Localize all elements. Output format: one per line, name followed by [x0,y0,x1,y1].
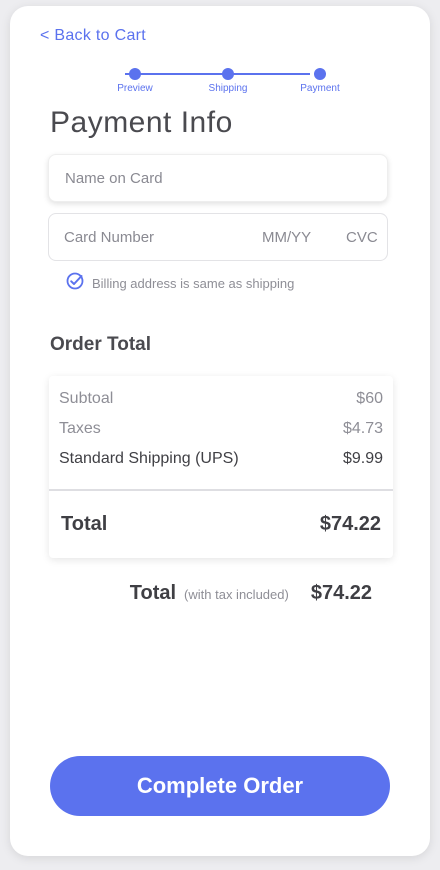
summary-row-shipping: Standard Shipping (UPS) $9.99 [59,450,383,468]
name-on-card-placeholder: Name on Card [65,170,163,187]
grand-total-label: Total [129,582,177,604]
summary-row-subtotal: Subtoal $60 [59,390,383,408]
summary-value: $9.99 [342,450,383,467]
step-preview[interactable]: Preview [105,66,165,94]
summary-value: $4.73 [342,420,383,437]
grand-total: Total (with tax included) $74.22 [130,582,372,605]
order-summary-box: Subtoal $60 Taxes $4.73 Standard Shippin… [49,376,393,558]
cvc-input[interactable]: CVC [346,229,378,246]
back-to-cart-link[interactable]: < Back to Cart [40,27,146,45]
step-payment[interactable]: Payment [290,66,350,94]
summary-divider [49,489,393,491]
order-total-heading: Order Total [50,334,151,355]
complete-order-button[interactable]: Complete Order [50,756,390,816]
page-title: Payment Info [50,106,233,139]
summary-label: Taxes [59,420,101,437]
summary-label: Standard Shipping (UPS) [59,450,239,467]
step-shipping[interactable]: Shipping [198,66,258,94]
step-label: Preview [117,83,153,94]
grand-total-note: (with tax included) [184,587,289,602]
step-dot [222,68,234,80]
expiry-input[interactable]: MM/YY [262,229,311,246]
grand-total-value: $74.22 [310,582,372,604]
summary-value: $60 [356,390,383,407]
summary-total-value: $74.22 [319,513,381,535]
step-label: Payment [300,83,340,94]
summary-total-label: Total [61,513,108,535]
summary-row-taxes: Taxes $4.73 [59,420,383,438]
card-details-field: Card Number MM/YY CVC [48,213,388,261]
step-label: Shipping [208,83,248,94]
step-dot [129,68,141,80]
checkout-card: < Back to Cart Preview Shipping Payment … [10,6,430,856]
summary-total-row: Total $74.22 [61,513,381,536]
check-circle-icon [66,272,84,295]
billing-same-checkbox[interactable]: Billing address is same as shipping [66,272,294,295]
card-number-input[interactable]: Card Number [64,229,154,246]
name-on-card-field[interactable]: Name on Card [48,154,388,202]
step-dot [314,68,326,80]
billing-same-label: Billing address is same as shipping [92,276,295,291]
summary-label: Subtoal [59,390,114,407]
checkout-stepper: Preview Shipping Payment [100,66,350,106]
